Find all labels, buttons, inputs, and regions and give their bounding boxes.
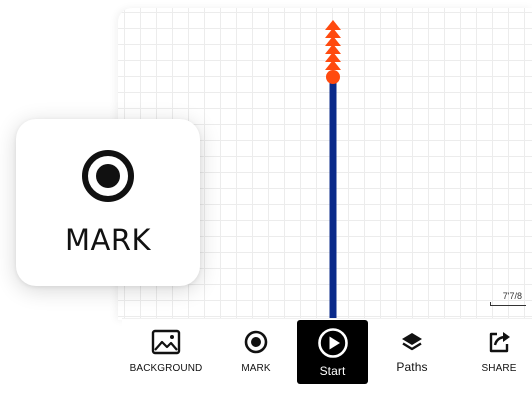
scale-bar [490, 302, 526, 306]
layers-icon [402, 333, 422, 351]
bottom-toolbar: BACKGROUND MARK Start Paths SHARE [122, 318, 532, 391]
image-icon [151, 329, 181, 355]
start-label: Start [319, 364, 346, 378]
background-button[interactable]: BACKGROUND [122, 319, 210, 385]
share-icon [489, 332, 510, 353]
app-stage: 7'7/8 BACKGROUND MARK Start Paths SHARE … [0, 0, 532, 395]
mark-target-icon [82, 150, 134, 202]
play-icon [317, 328, 348, 358]
scale-label: 7'7/8 [502, 291, 522, 301]
background-label: BACKGROUND [129, 363, 203, 374]
mark-callout: MARK [16, 119, 200, 286]
mark-button[interactable]: MARK [226, 319, 286, 385]
callout-label: MARK [64, 223, 152, 257]
paths-button[interactable]: Paths [384, 319, 440, 385]
scale-indicator: 7'7/8 [490, 292, 526, 306]
share-label: SHARE [481, 363, 517, 374]
mark-target-icon [244, 330, 268, 354]
paths-label: Paths [396, 360, 428, 374]
start-button[interactable]: Start [297, 320, 368, 384]
mark-label: MARK [241, 363, 271, 374]
share-button[interactable]: SHARE [470, 319, 528, 385]
